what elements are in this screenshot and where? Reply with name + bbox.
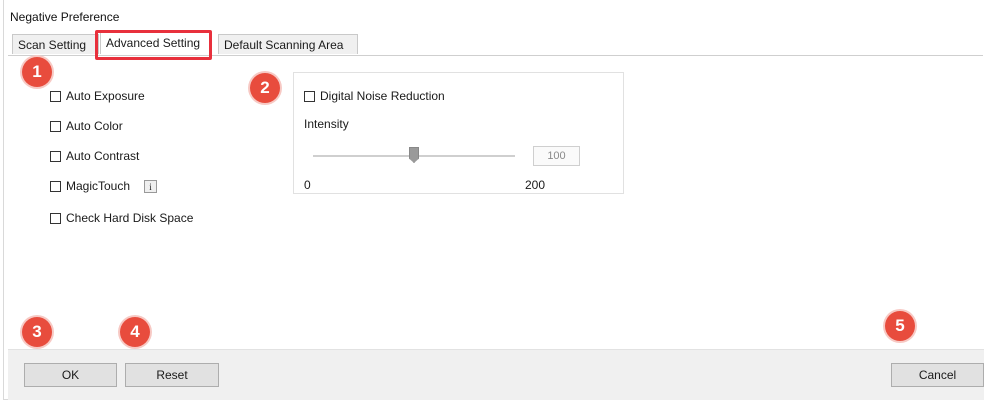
callout-badge-5: 5 xyxy=(885,311,915,341)
auto-contrast-label: Auto Contrast xyxy=(66,149,140,163)
dialog-title: Negative Preference xyxy=(10,10,120,24)
auto-contrast-option[interactable]: Auto Contrast xyxy=(50,148,139,164)
ok-button[interactable]: OK xyxy=(24,363,117,387)
tab-strip: Scan Setting Advanced Setting Default Sc… xyxy=(8,32,983,56)
tab-default-scanning-area[interactable]: Default Scanning Area xyxy=(218,34,358,54)
auto-color-checkbox[interactable] xyxy=(50,120,61,132)
auto-color-option[interactable]: Auto Color xyxy=(50,118,123,134)
check-hard-disk-space-checkbox[interactable] xyxy=(50,212,61,224)
negative-preference-dialog: Negative Preference Scan Setting Advance… xyxy=(3,0,984,400)
intensity-label: Intensity xyxy=(304,117,349,131)
magictouch-option[interactable]: MagicTouch i xyxy=(50,178,158,194)
auto-exposure-option[interactable]: Auto Exposure xyxy=(50,88,145,104)
check-hard-disk-space-option[interactable]: Check Hard Disk Space xyxy=(50,210,193,226)
dialog-footer: OK Reset Cancel xyxy=(8,349,984,400)
auto-exposure-checkbox[interactable] xyxy=(50,90,61,102)
auto-color-label: Auto Color xyxy=(66,119,123,133)
info-icon[interactable]: i xyxy=(144,179,158,193)
callout-badge-3: 3 xyxy=(22,317,52,347)
tab-scan-setting[interactable]: Scan Setting xyxy=(12,34,99,54)
auto-contrast-checkbox[interactable] xyxy=(50,150,61,162)
callout-badge-2: 2 xyxy=(250,73,280,103)
callout-badge-4: 4 xyxy=(120,317,150,347)
cancel-button[interactable]: Cancel xyxy=(891,363,984,387)
digital-noise-reduction-label: Digital Noise Reduction xyxy=(320,89,445,103)
digital-noise-reduction-option[interactable]: Digital Noise Reduction xyxy=(304,88,445,104)
digital-noise-reduction-checkbox[interactable] xyxy=(304,90,315,102)
intensity-min-label: 0 xyxy=(304,178,311,192)
magictouch-checkbox[interactable] xyxy=(50,180,61,192)
magictouch-label: MagicTouch xyxy=(66,179,131,193)
intensity-value-field[interactable]: 100 xyxy=(533,146,580,166)
callout-badge-1: 1 xyxy=(22,57,52,87)
intensity-max-label: 200 xyxy=(525,178,546,192)
auto-exposure-label: Auto Exposure xyxy=(66,89,145,103)
check-hard-disk-space-label: Check Hard Disk Space xyxy=(66,211,194,225)
tab-advanced-setting[interactable]: Advanced Setting xyxy=(100,32,212,54)
reset-button[interactable]: Reset xyxy=(125,363,219,387)
